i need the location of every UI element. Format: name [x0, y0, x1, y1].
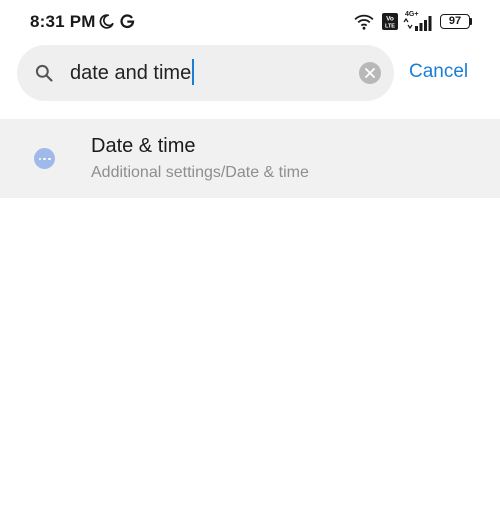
clear-icon	[365, 68, 375, 78]
search-query: date and time	[70, 62, 192, 84]
status-bar: 8:31 PM Vo LTE 4G+ 97	[0, 0, 500, 44]
wifi-icon	[354, 14, 374, 30]
signal-indicator: 4G+	[402, 11, 434, 31]
moon-icon	[99, 14, 114, 29]
volte-icon: Vo LTE	[382, 13, 398, 30]
cancel-button[interactable]: Cancel	[409, 61, 468, 83]
battery-level: 97	[448, 15, 462, 27]
result-title: Date & time	[91, 135, 196, 157]
signal-icon	[403, 16, 432, 31]
battery-tip	[470, 18, 472, 25]
google-icon	[120, 14, 135, 29]
more-icon	[34, 148, 55, 169]
status-time: 8:31 PM	[30, 12, 96, 31]
text-cursor	[192, 58, 194, 85]
result-subtitle: Additional settings/Date & time	[91, 164, 309, 181]
search-input[interactable]: date and time	[70, 45, 350, 101]
svg-text:LTE: LTE	[385, 24, 395, 30]
search-icon	[35, 64, 53, 82]
svg-text:Vo: Vo	[386, 16, 394, 23]
clear-search-button[interactable]	[359, 62, 381, 84]
search-bar[interactable]: date and time	[17, 45, 394, 101]
settings-search-screen: 8:31 PM Vo LTE 4G+ 97 date and time Canc…	[0, 0, 500, 516]
search-result-item[interactable]: Date & time Additional settings/Date & t…	[0, 119, 500, 198]
battery-icon: 97	[440, 14, 470, 29]
